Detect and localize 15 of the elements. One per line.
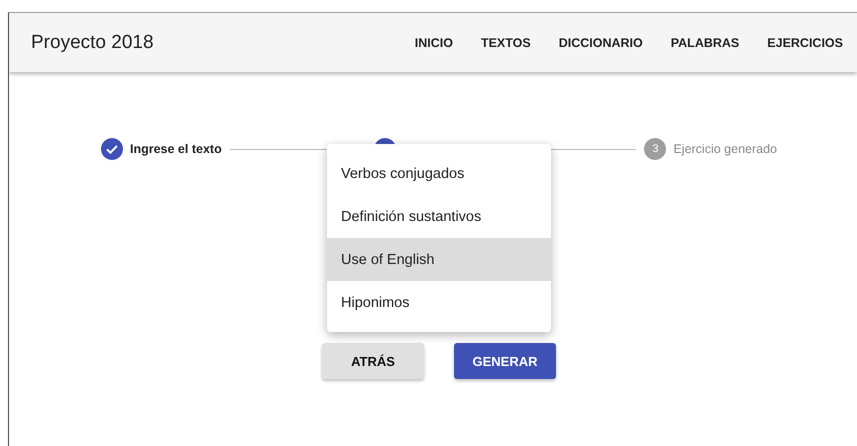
menu-item[interactable]: Hiponimos <box>327 281 551 324</box>
step-number: 3 <box>644 138 666 160</box>
nav-link[interactable]: TEXTOS <box>466 36 545 50</box>
nav-link[interactable]: INICIO <box>400 36 467 50</box>
step-label: Ejercicio generado <box>673 142 777 156</box>
menu-item[interactable]: Verbos conjugados <box>327 152 551 195</box>
nav-link[interactable]: EJERCICIOS <box>753 36 857 50</box>
app-title: Proyecto 2018 <box>31 32 155 54</box>
nav-link[interactable]: DICCIONARIO <box>544 36 657 50</box>
generate-button[interactable]: GENERAR <box>454 343 556 379</box>
menu-item[interactable]: Use of English <box>327 238 551 281</box>
back-button[interactable]: ATRÁS <box>322 343 424 379</box>
nav-link[interactable]: PALABRAS <box>656 36 754 50</box>
menu-item[interactable]: Definición sustantivos <box>327 195 551 238</box>
step-label: Ingrese el texto <box>130 142 222 156</box>
